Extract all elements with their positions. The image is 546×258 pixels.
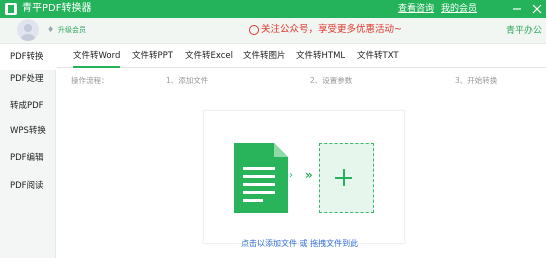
sidebar-item-label: PDF处理 (10, 74, 44, 84)
steps-prefix: 操作流程： (71, 76, 109, 85)
step-set-params: 2、设置参数 (310, 76, 353, 85)
sidebar-item-pdf-read[interactable]: PDF阅读 (0, 173, 56, 199)
drop-hint-link[interactable]: 点击以添加文件 或 拖拽文件到此 (241, 238, 358, 249)
step-start-convert: 3、开始转换 (455, 76, 498, 85)
brand-label: 青平办公 (506, 26, 543, 36)
header-bar: ♦ 升级会员 关注公众号，享受更多优惠活动~ 青平办公 (0, 18, 546, 44)
arrow-right-icon: › (289, 170, 293, 181)
tab-to-ppt[interactable]: 文件转PPT (132, 44, 173, 68)
help-link[interactable]: 查看咨询 (398, 3, 434, 15)
close-button[interactable] (530, 0, 544, 18)
user-icon (21, 24, 35, 41)
tab-to-excel[interactable]: 文件转Excel (185, 44, 233, 68)
promo-text[interactable]: 关注公众号，享受更多优惠活动~ (261, 23, 402, 37)
sidebar-item-label: PDF转换 (10, 52, 44, 62)
step-add-file: 1、添加文件 (166, 76, 209, 85)
tab-to-word[interactable]: 文件转Word (73, 44, 121, 68)
tab-to-html[interactable]: 文件转HTML (296, 44, 345, 68)
minimize-icon (513, 8, 521, 10)
tab-to-txt[interactable]: 文件转TXT (357, 44, 399, 68)
sidebar-item-label: PDF编辑 (10, 153, 44, 163)
sidebar: PDF转换 PDF处理 转成PDF WPS转换 PDF编辑 PDF阅读 (0, 44, 56, 258)
diamond-icon: ♦ (47, 25, 55, 34)
avatar[interactable] (17, 19, 39, 41)
sidebar-item-label: 转成PDF (10, 101, 44, 111)
vip-label: 升级会员 (58, 26, 86, 34)
close-icon (532, 4, 542, 14)
document-icon (234, 143, 288, 213)
app-title: 青平PDF转换器 (22, 3, 92, 14)
sidebar-item-label: WPS转换 (10, 126, 46, 136)
account-link[interactable]: 我的会员 (441, 3, 477, 15)
title-bar: 青平PDF转换器 查看咨询 我的会员 (0, 0, 546, 18)
upgrade-vip-link[interactable]: ♦ 升级会员 (47, 25, 86, 35)
app-logo-icon (5, 3, 17, 15)
conversion-tabs: 文件转Word 文件转PPT 文件转Excel 文件转图片 文件转HTML 文件… (57, 44, 546, 68)
tab-to-image[interactable]: 文件转图片 (243, 44, 286, 68)
sidebar-item-pdf-process[interactable]: PDF处理 (0, 66, 56, 92)
sidebar-item-wps-convert[interactable]: WPS转换 (0, 118, 56, 144)
wechat-icon (249, 25, 259, 35)
sidebar-item-label: PDF阅读 (10, 181, 44, 191)
double-arrow-right-icon: » (305, 168, 313, 182)
plus-icon-vertical (343, 169, 345, 186)
sidebar-item-pdf-edit[interactable]: PDF编辑 (0, 145, 56, 171)
sidebar-item-to-pdf[interactable]: 转成PDF (0, 93, 56, 119)
minimize-button[interactable] (510, 0, 524, 18)
